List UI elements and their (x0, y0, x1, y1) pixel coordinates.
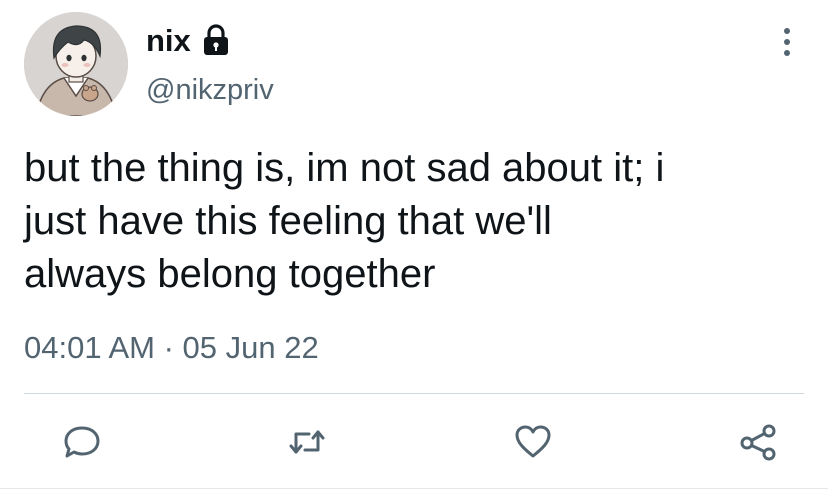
display-name[interactable]: nix (146, 25, 191, 56)
tweet-text: but the thing is, im not sad about it; i… (24, 146, 665, 296)
bottom-divider (0, 488, 828, 489)
anime-boy-avatar-icon (24, 12, 128, 116)
timestamp-row[interactable]: 04:01 AM · 05 Jun 22 (24, 330, 319, 366)
author-name-row: nix (146, 18, 231, 62)
share-icon (740, 424, 776, 461)
tweet-time: 04:01 AM (24, 330, 155, 365)
retweet-icon (289, 430, 325, 454)
avatar[interactable] (24, 12, 128, 116)
share-button[interactable] (736, 420, 780, 464)
more-vertical-icon[interactable] (772, 22, 802, 62)
timestamp-separator: · (154, 330, 183, 365)
divider (24, 393, 804, 394)
reply-button[interactable] (60, 420, 104, 464)
action-bar (60, 420, 780, 464)
heart-icon (515, 425, 551, 458)
more-dot (784, 28, 790, 34)
reply-icon (64, 426, 100, 458)
tweet-date: 05 Jun 22 (182, 330, 319, 365)
like-button[interactable] (511, 420, 555, 464)
more-dot (784, 39, 790, 45)
lock-icon (203, 24, 228, 55)
retweet-button[interactable] (285, 420, 329, 464)
more-dot (784, 50, 790, 56)
author-handle[interactable]: @nikzpriv (146, 76, 274, 105)
